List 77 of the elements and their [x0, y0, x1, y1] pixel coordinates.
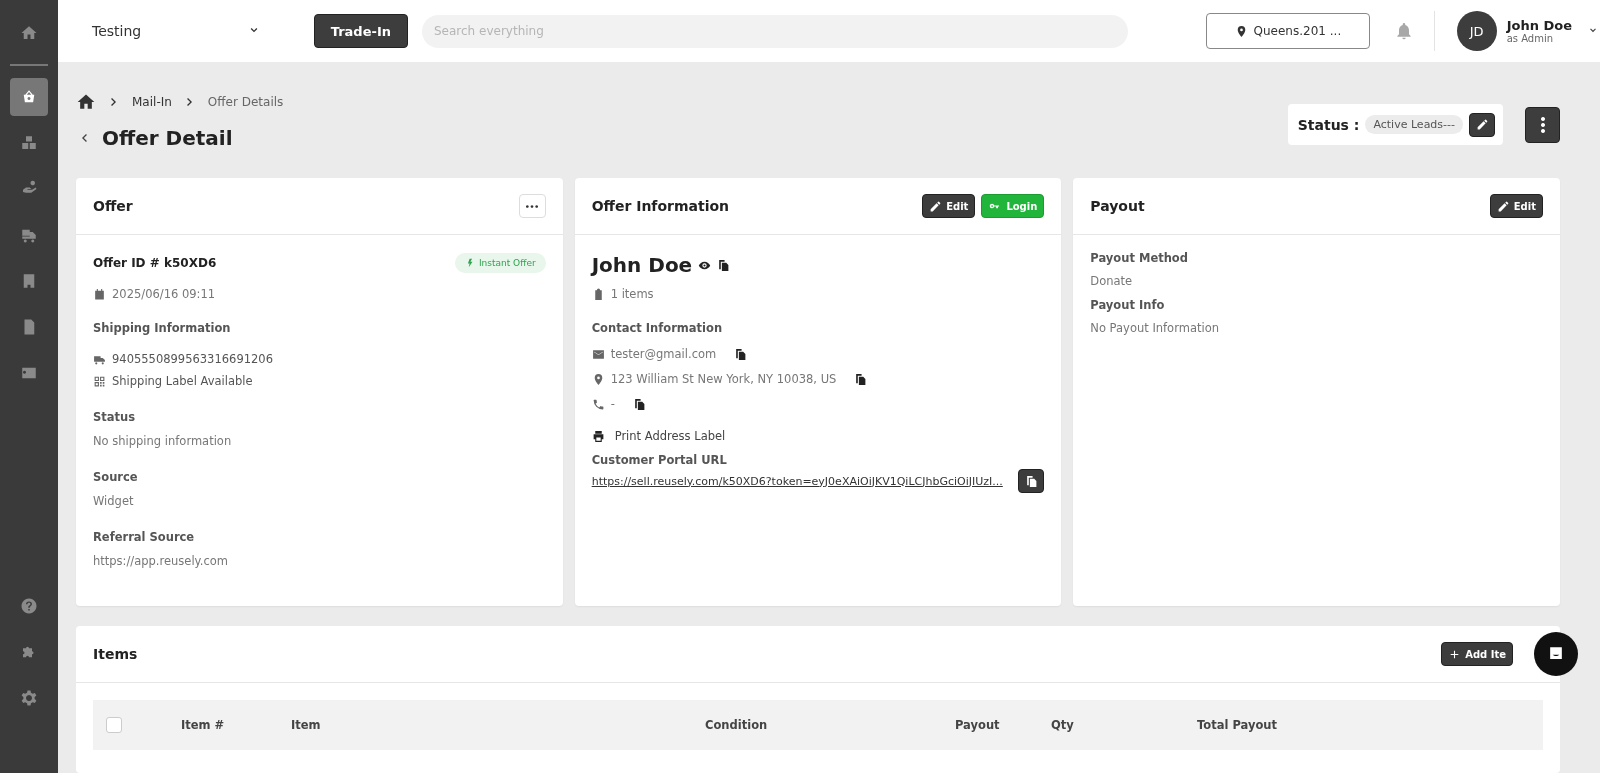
- email: tester@gmail.com: [610, 347, 717, 361]
- settings-icon: [20, 689, 38, 707]
- items-count: 1 items: [610, 287, 654, 301]
- print-address-link[interactable]: Print Address Label: [614, 429, 726, 443]
- qr-code-icon: [93, 374, 106, 388]
- copy-icon: [854, 372, 868, 386]
- printer-icon: [591, 429, 605, 443]
- breadcrumb-item: Offer Details: [207, 95, 284, 109]
- edit-status-button[interactable]: [1469, 112, 1495, 137]
- copy-button[interactable]: [1018, 469, 1045, 493]
- shipping-label-status: Shipping Label Available: [112, 374, 253, 388]
- pencil-icon: [929, 199, 943, 213]
- trade-in-button[interactable]: Trade-In: [313, 14, 408, 48]
- address: 123 William St New York, NY 10038, US: [610, 372, 837, 386]
- field-label: Payout Method: [1090, 251, 1189, 265]
- phone-icon: [591, 397, 605, 411]
- offer-date: 2025/06/16 09:11: [112, 287, 216, 301]
- column-header: Condition: [705, 718, 769, 732]
- offer-id: Offer ID # k50XD6: [93, 256, 217, 270]
- more-icon: [1540, 116, 1545, 133]
- column-header: Item #: [181, 718, 226, 732]
- sidebar-item[interactable]: [10, 78, 48, 116]
- column-header: Qty: [1051, 718, 1075, 732]
- user-role: as Admin: [1506, 33, 1555, 44]
- home-icon: [76, 92, 96, 112]
- copy-icon: [734, 347, 748, 361]
- home-icon: [20, 24, 38, 42]
- field-label: Source: [93, 470, 139, 484]
- field-value: No Payout Information: [1090, 321, 1220, 335]
- field-label: Payout Info: [1090, 298, 1166, 312]
- user-avatar[interactable]: JD: [1456, 11, 1497, 51]
- portal-link[interactable]: https://sell.reusely.com/k50XD6?token=eyJ0eXAiOiJKV1QiLCJhbGciOiJIUzI...: [591, 474, 1003, 488]
- edit-button[interactable]: Edit: [922, 194, 976, 218]
- copy-icon: [1024, 474, 1038, 488]
- column-header: Total Payout: [1197, 718, 1279, 732]
- status-label: Status :: [1297, 116, 1360, 133]
- more-button[interactable]: [1525, 106, 1560, 143]
- section-label: Customer Portal URL: [591, 453, 728, 467]
- section-label: Contact Information: [591, 321, 724, 335]
- store-select[interactable]: Testing: [92, 23, 262, 39]
- instant-offer-badge: Instant Offer: [454, 253, 546, 273]
- status-pill: Active Leads---: [1365, 115, 1463, 134]
- field-value: Widget: [93, 494, 135, 508]
- breadcrumb-item[interactable]: Mail-In: [132, 95, 172, 109]
- more-icon: [526, 204, 539, 208]
- field-label: Referral Source: [93, 530, 196, 544]
- mail-icon: [591, 347, 605, 361]
- column-header: Payout: [955, 718, 1001, 732]
- select-all-checkbox[interactable]: [106, 717, 122, 733]
- tracking-number: 9405550899563316691206: [112, 352, 273, 366]
- card-title: Items: [93, 646, 138, 662]
- customer-name: John Doe: [591, 253, 693, 277]
- location-button[interactable]: Queens.201 ...: [1206, 13, 1370, 49]
- copy-icon: [717, 258, 731, 272]
- chat-button[interactable]: [1534, 632, 1578, 676]
- options-button[interactable]: [518, 194, 546, 218]
- section-label: Shipping Information: [93, 321, 232, 335]
- field-value: Donate: [1090, 274, 1134, 288]
- card-title: Offer Information: [591, 198, 730, 214]
- edit-button[interactable]: Edit: [1489, 194, 1543, 218]
- add-item-button[interactable]: Add Ite: [1441, 642, 1513, 666]
- calendar-icon: [93, 287, 106, 301]
- phone: -: [610, 397, 615, 411]
- field-value: No shipping information: [93, 434, 233, 448]
- copy-icon: [632, 397, 646, 411]
- field-label: Status: [93, 410, 137, 424]
- user-name: John Doe: [1506, 18, 1572, 33]
- pencil-icon: [1475, 118, 1489, 131]
- help-icon: [20, 597, 38, 615]
- boxes-icon: [20, 134, 38, 152]
- pencil-icon: [1496, 199, 1510, 213]
- column-header: Item: [291, 718, 322, 732]
- page-title: Offer Detail: [102, 126, 233, 150]
- card-title: Offer: [93, 198, 133, 214]
- field-value: https://app.reusely.com: [93, 554, 229, 568]
- card-title: Payout: [1090, 198, 1145, 214]
- search-field[interactable]: Search everything: [422, 14, 1128, 48]
